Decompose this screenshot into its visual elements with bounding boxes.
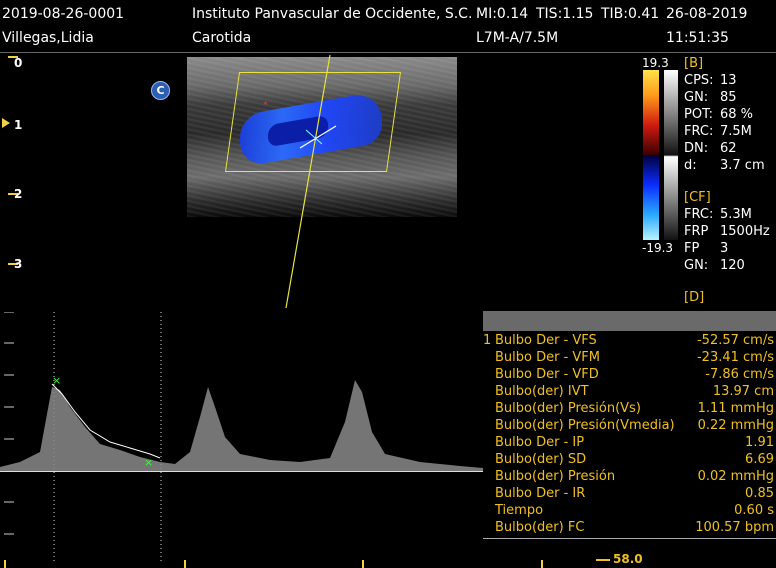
spectral-baseline: [0, 471, 483, 472]
b-param-row: DN: 62: [684, 141, 737, 156]
measurement-row[interactable]: Bulbo(der) Presión 0.02 mmHg: [483, 469, 776, 486]
b-param-row: CPS: 13: [684, 73, 737, 88]
b-param-row: POT: 68 %: [684, 107, 754, 122]
svg-text:*: *: [263, 100, 268, 111]
cf-param-row: FRC: 5.3M: [684, 207, 752, 222]
measurement-header-bar: [483, 311, 776, 331]
sweep-speed-label: 58.0: [596, 552, 643, 566]
measurement-footer-line: [483, 538, 776, 539]
measurement-row[interactable]: Bulbo Der - IP 1.91: [483, 435, 776, 452]
spectral-doppler-trace: × ×: [0, 312, 483, 562]
measurement-row[interactable]: Bulbo(der) FC 100.57 bpm: [483, 520, 776, 537]
measurement-row[interactable]: Bulbo(der) Presión(Vs) 1.11 mmHg: [483, 401, 776, 418]
cf-section: [CF]: [684, 190, 711, 205]
measurement-row[interactable]: Tiempo 0.60 s: [483, 503, 776, 520]
measurement-row[interactable]: 1 Bulbo Der - VFS -52.57 cm/s: [483, 333, 776, 350]
b-mode-section: [B]: [684, 56, 704, 71]
svg-text:×: ×: [52, 374, 61, 387]
b-param-row: FRC: 7.5M: [684, 124, 752, 139]
time-tick: [362, 560, 364, 568]
color-scale-max: 19.3: [642, 56, 669, 70]
measurement-row[interactable]: Bulbo Der - IR 0.85: [483, 486, 776, 503]
time-tick: [4, 560, 6, 568]
measurement-row[interactable]: Bulbo Der - VFD -7.86 cm/s: [483, 367, 776, 384]
b-param-row: d: 3.7 cm: [684, 158, 765, 173]
color-scale-min: -19.3: [642, 241, 674, 255]
gray-scale-bar: [664, 70, 678, 240]
measurement-panel: 1 Bulbo Der - VFS -52.57 cm/s Bulbo Der - …: [483, 311, 776, 539]
doppler-section: [D]: [684, 290, 705, 305]
cf-param-row: GN: 120: [684, 258, 745, 273]
measurement-row[interactable]: Bulbo(der) IVT 13.97 cm: [483, 384, 776, 401]
measurement-row[interactable]: Bulbo(der) Presión(Vmedia) 0.22 mmHg: [483, 418, 776, 435]
cf-param-row: FP 3: [684, 241, 729, 256]
svg-text:×: ×: [144, 456, 153, 469]
measurement-row[interactable]: Bulbo Der - VFM -23.41 cm/s: [483, 350, 776, 367]
cf-param-row: FRP 1500Hz: [684, 224, 770, 239]
time-tick: [541, 560, 543, 568]
b-param-row: GN: 85: [684, 90, 737, 105]
time-tick: [184, 560, 186, 568]
color-velocity-scale: [643, 70, 659, 240]
measurement-row[interactable]: Bulbo(der) SD 6.69: [483, 452, 776, 469]
